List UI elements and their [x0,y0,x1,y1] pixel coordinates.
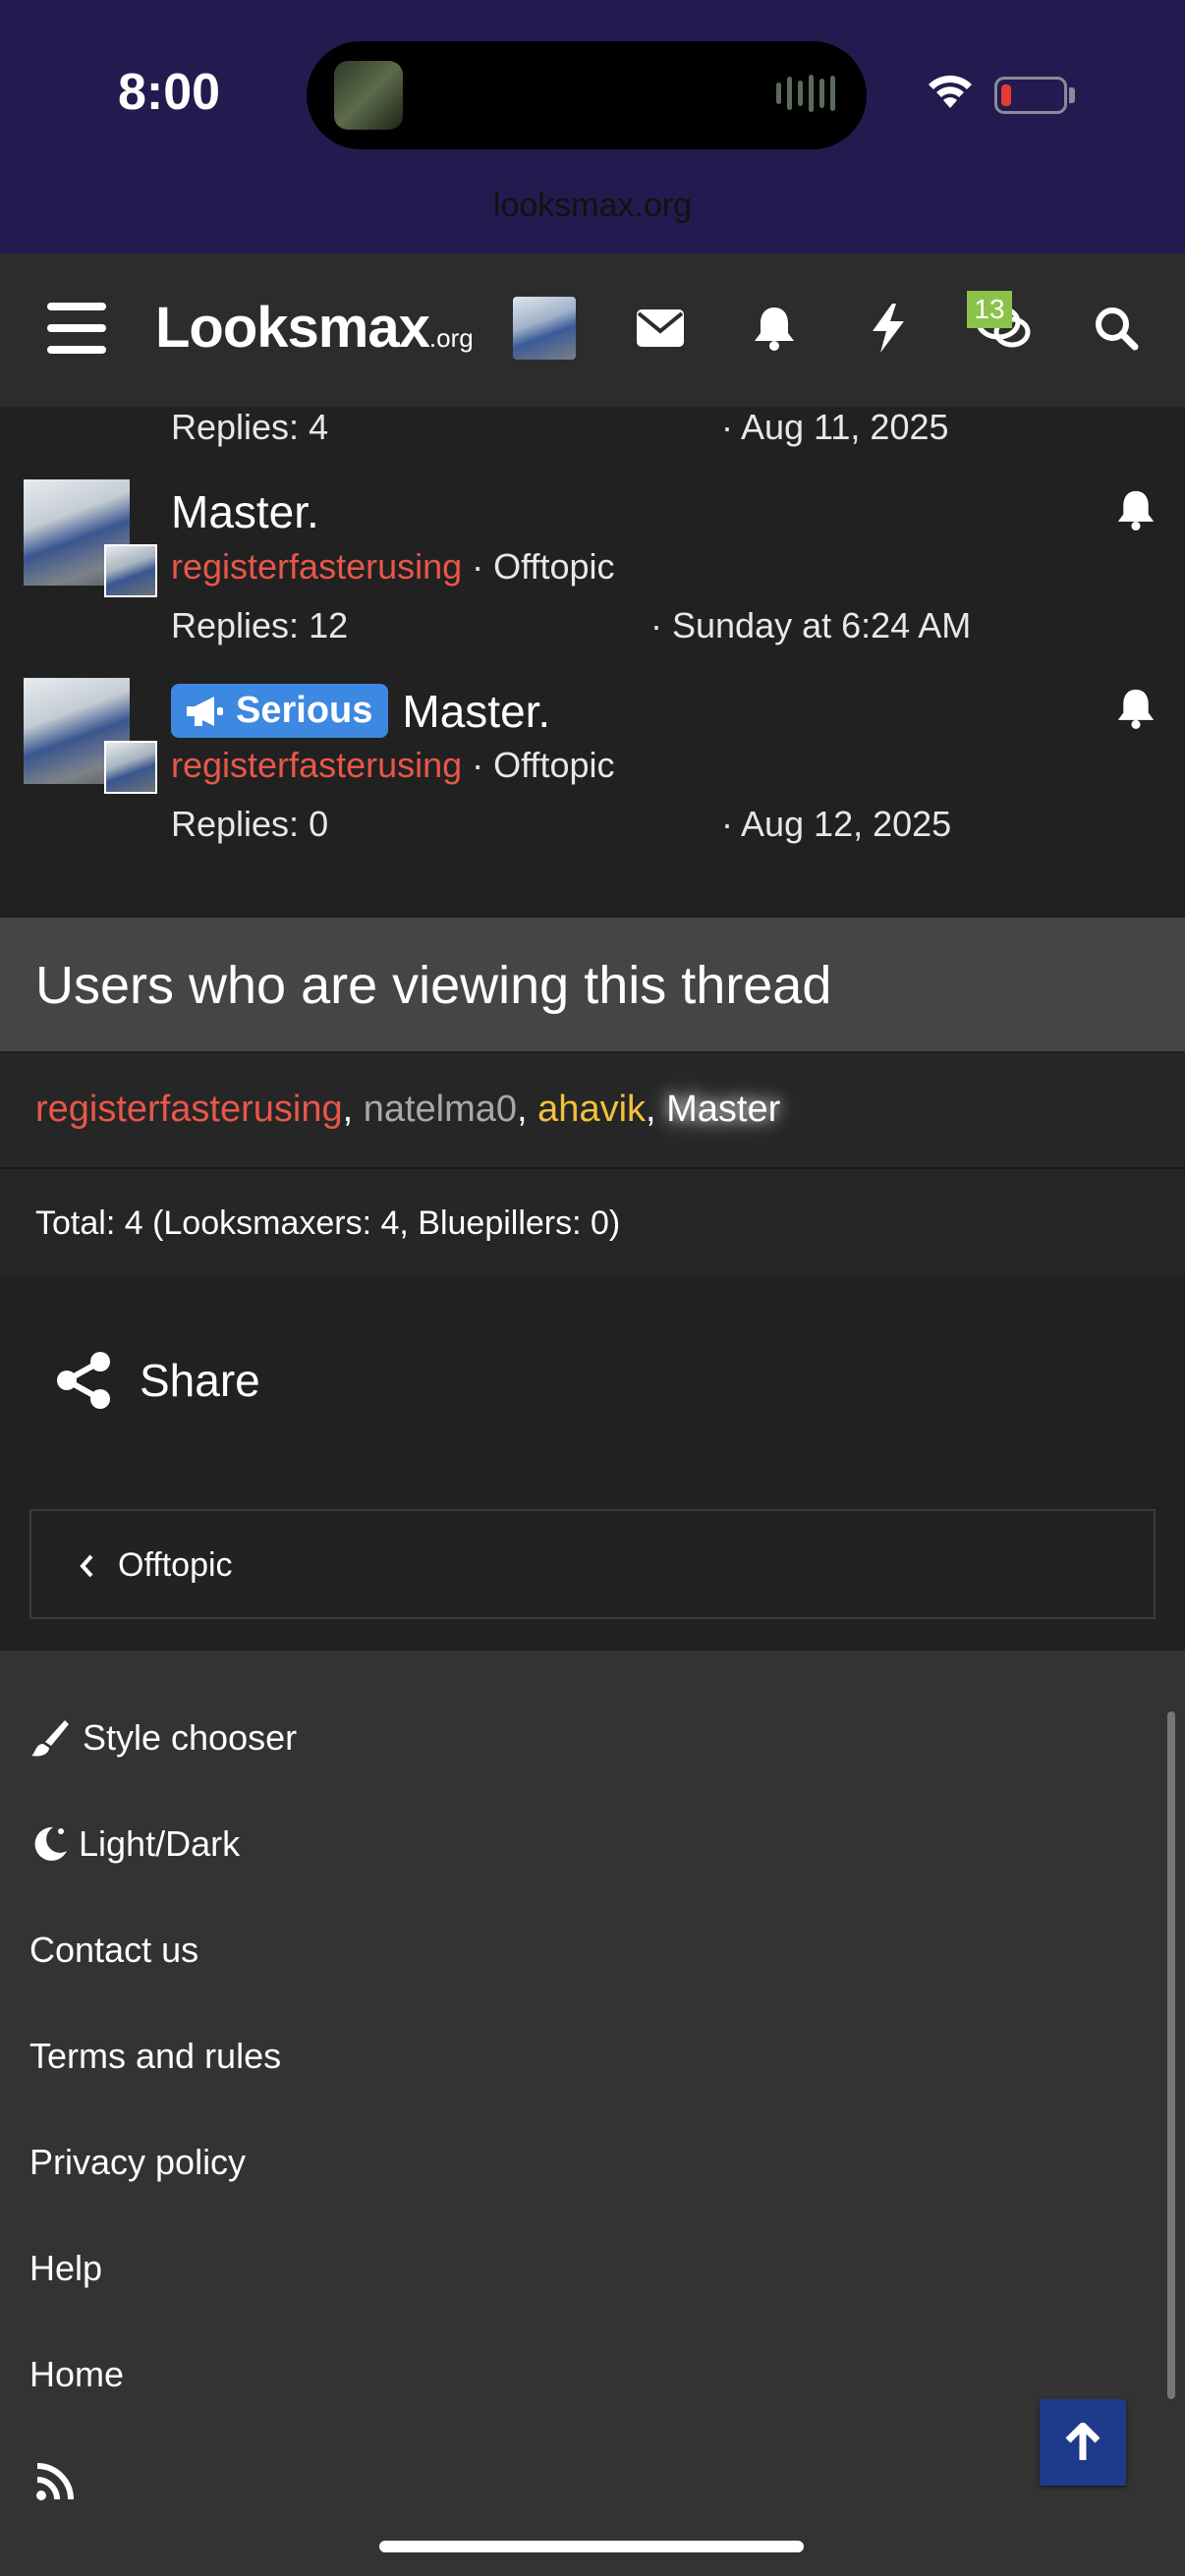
menu-icon[interactable] [47,303,106,354]
thread-replies: Replies: 4 [171,407,329,447]
viewer-link[interactable]: registerfasterusing [35,1089,343,1130]
breadcrumb-back-link[interactable]: Offtopic [79,1546,233,1585]
search-icon[interactable] [1085,297,1148,360]
thread-author[interactable]: registerfasterusing [171,745,462,785]
home-indicator[interactable] [379,2541,804,2552]
thread-date[interactable]: · Aug 12, 2025 [721,804,951,845]
battery-icon [994,77,1067,114]
share-label: Share [140,1355,260,1406]
prefix-text: Serious [236,690,373,731]
thread-last-poster-avatar[interactable] [104,741,157,794]
scroll-to-top-button[interactable] [1040,2399,1126,2486]
style-chooser-link[interactable]: Style chooser [29,1717,297,1759]
url-bar[interactable]: looksmax.org [0,187,1185,225]
site-footer [0,1651,1185,2576]
thread-title[interactable]: Master. [171,485,319,538]
thread-last-poster-avatar[interactable] [104,544,157,597]
envelope-icon[interactable] [629,297,692,360]
thread-title[interactable]: Master. [402,685,550,738]
chevron-left-icon [80,1554,93,1577]
scrollbar[interactable] [1167,1711,1175,2399]
thread-date[interactable]: · Aug 11, 2025 [721,407,949,448]
share-icon [57,1352,110,1409]
viewer-link[interactable]: natelma0 [364,1089,517,1130]
viewer-names: registerfasterusing, natelma0, ahavik, M… [35,1089,781,1130]
help-link[interactable]: Help [29,2248,102,2289]
share-button[interactable]: Share [55,1350,260,1411]
wifi-icon [924,69,977,117]
thread-author[interactable]: registerfasterusing [171,546,462,587]
viewers-heading: Users who are viewing this thread [35,956,832,1015]
serious-prefix-label[interactable]: Serious [171,684,389,738]
battery-nub [1069,87,1075,103]
megaphone-icon [187,696,223,726]
contact-us-link[interactable]: Contact us [29,1930,198,1971]
paint-brush-icon [31,1720,69,1757]
terms-link[interactable]: Terms and rules [29,2036,281,2077]
chat-count-badge: 13 [967,291,1012,328]
light-dark-toggle[interactable]: Light/Dark [29,1823,240,1865]
bell-icon[interactable] [743,297,806,360]
moon-icon [34,1826,67,1861]
viewer-link[interactable]: ahavik [537,1089,646,1130]
watch-bell-icon[interactable] [1116,688,1156,734]
viewer-link[interactable]: Master [666,1089,780,1130]
watch-bell-icon[interactable] [1116,489,1156,535]
home-link[interactable]: Home [29,2354,124,2395]
thread-replies: Replies: 12 [171,605,349,645]
avatar[interactable] [513,297,576,360]
privacy-link[interactable]: Privacy policy [29,2142,246,2183]
rss-icon[interactable] [35,2462,75,2506]
site-logo[interactable]: Looksmax.org [155,295,474,361]
thread-replies: Replies: 0 [171,804,329,844]
thread-forum[interactable]: · Offtopic [472,546,614,587]
bolt-icon[interactable] [857,297,920,360]
now-playing-thumbnail [334,61,403,130]
thread-date[interactable]: · Sunday at 6:24 AM [650,605,971,646]
status-time: 8:00 [118,64,221,121]
viewers-total: Total: 4 (Looksmaxers: 4, Bluepillers: 0… [35,1204,621,1242]
arrow-up-icon [1065,2423,1100,2460]
audio-bars-icon [776,73,835,114]
thread-forum[interactable]: · Offtopic [472,745,614,785]
